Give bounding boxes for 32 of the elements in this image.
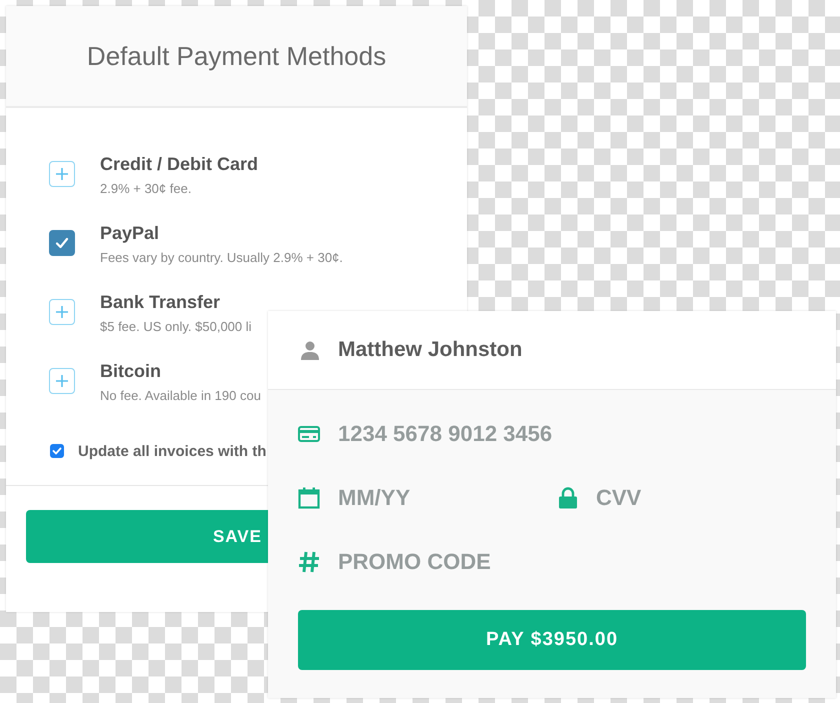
method-name: Bank Transfer [100,292,222,313]
check-icon [55,237,69,249]
method-description: No fee. Available in 190 cou [100,388,261,403]
hash-icon [298,551,320,573]
input-field[interactable]: CVV [596,485,816,511]
check-icon [52,447,62,455]
input-field[interactable]: PROMO CODE [338,549,558,575]
person-icon [300,340,320,360]
method-description: $5 fee. US only. $50,000 li [100,319,252,334]
add-button[interactable] [49,368,75,394]
checkbox[interactable] [50,444,64,458]
checkbox[interactable] [49,230,75,256]
plus-icon [56,306,68,318]
card-icon [298,425,320,443]
method-name: PayPal [100,223,160,244]
add-button[interactable] [49,299,75,325]
input-field[interactable]: MM/YY [338,485,558,511]
card-title: Default Payment Methods [86,40,386,72]
save-button[interactable]: SAVE [26,510,268,563]
input-field[interactable]: 1234 5678 9012 3456 [338,421,558,447]
method-description: Fees vary by country. Usually 2.9% + 30¢. [100,250,343,265]
pay-button[interactable]: PAY $3950.00 [298,610,806,670]
method-name: Bitcoin [100,361,162,382]
plus-icon [56,375,68,387]
add-button[interactable] [49,161,75,187]
method-name: Credit / Debit Card [100,154,258,175]
customer-name: Matthew Johnston [338,338,522,362]
calendar-icon [298,487,320,509]
method-description: 2.9% + 30¢ fee. [100,181,192,196]
lock-icon [558,487,578,509]
plus-icon [56,168,68,180]
checkbox-label: Update all invoices with th [78,442,266,460]
